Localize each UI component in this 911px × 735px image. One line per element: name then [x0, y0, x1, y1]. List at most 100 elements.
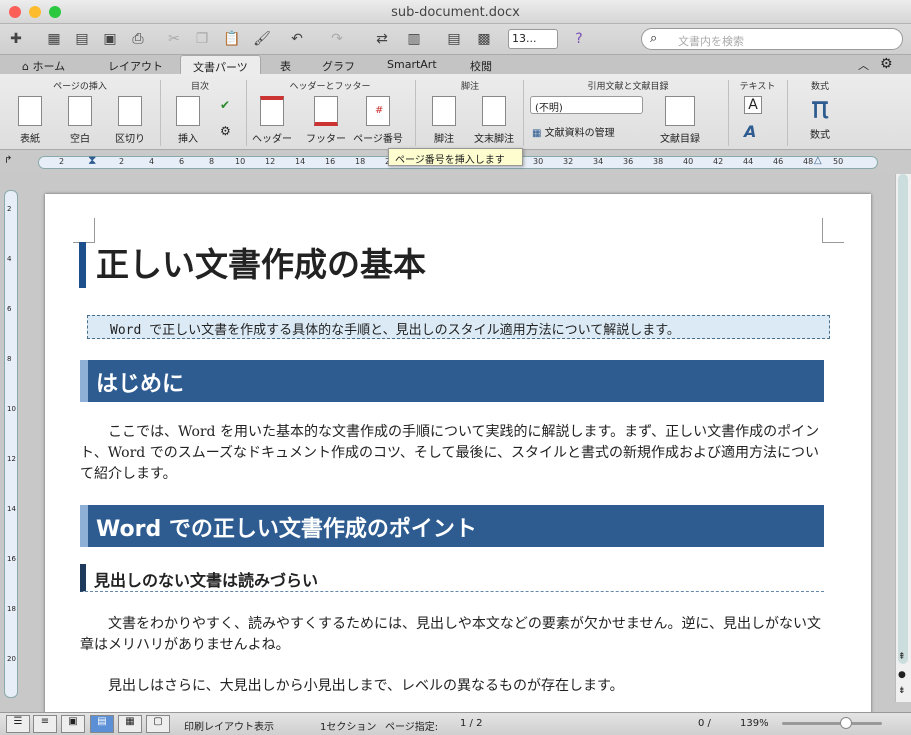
- header-button[interactable]: ヘッダー: [246, 96, 298, 145]
- manage-sources-button[interactable]: ▦ 文献資料の管理: [532, 124, 615, 139]
- tab-review[interactable]: 校閲: [458, 55, 504, 75]
- word-count: 0 /: [698, 718, 711, 729]
- print-layout-view-icon[interactable]: ▤: [90, 715, 114, 733]
- ruler-tick: 44: [743, 157, 754, 166]
- break-button[interactable]: 区切り: [104, 96, 156, 145]
- new-document-icon[interactable]: ✚: [4, 27, 28, 51]
- tab-home[interactable]: ⌂ ホーム: [10, 55, 77, 75]
- citation-style-select[interactable]: (不明): [530, 96, 643, 114]
- ruler-tick: 8: [7, 355, 12, 363]
- document-page[interactable]: 正しい文書作成の基本 Word で正しい文書を作成する具体的な手順と、見出しのス…: [45, 194, 871, 714]
- gear-icon[interactable]: ⚙: [880, 56, 893, 72]
- save-icon[interactable]: ▣: [98, 27, 122, 51]
- scroll-thumb[interactable]: [898, 174, 908, 664]
- indent-marker-icon[interactable]: ⧗: [88, 153, 96, 168]
- right-indent-marker-icon[interactable]: △: [814, 155, 822, 166]
- title-bar: sub-document.docx: [0, 0, 911, 24]
- cut-icon[interactable]: ✂: [162, 27, 186, 51]
- publishing-view-icon[interactable]: ▣: [61, 715, 85, 733]
- search-input[interactable]: ⌕ 文書内を検索: [641, 28, 903, 50]
- zoom-field[interactable]: 13...: [508, 29, 558, 49]
- ruler-tick: 12: [7, 455, 16, 463]
- ruler-tick: 18: [355, 157, 366, 166]
- divider: [415, 80, 416, 146]
- tab-document-elements[interactable]: 文書パーツ: [180, 55, 261, 75]
- tab-home-label: ホーム: [32, 60, 66, 73]
- wordart-icon[interactable]: A: [744, 122, 756, 141]
- text-box-icon[interactable]: A: [744, 96, 762, 114]
- vertical-scrollbar[interactable]: ⇞ ● ⇟: [895, 174, 911, 702]
- toc-icon: [176, 96, 200, 126]
- next-page-icon[interactable]: ⇟: [898, 686, 906, 696]
- heading-points: Word での正しい文書作成のポイント: [80, 505, 824, 547]
- button-label: 数式: [810, 130, 830, 141]
- standard-toolbar: ✚ ▦ ▤ ▣ ⎙ ✂ ❐ 📋 🖌 ↶ ↷ ⇄ ▥ ▤ ▩ 13... ? ⌕ …: [0, 24, 911, 54]
- section-count: 1セクション: [320, 722, 377, 733]
- divider: [523, 80, 524, 146]
- navigation-icon[interactable]: ⇄: [370, 27, 394, 51]
- collapse-ribbon-icon[interactable]: ︿: [858, 57, 869, 73]
- ruler-tick: 48: [803, 157, 814, 166]
- gallery-icon[interactable]: ▦: [42, 27, 66, 51]
- ruler-tick: 34: [593, 157, 604, 166]
- break-icon: [118, 96, 142, 126]
- cover-page-button[interactable]: 表紙: [4, 96, 56, 145]
- sidebar-icon[interactable]: ▥: [402, 27, 426, 51]
- margin-mark: [73, 218, 95, 243]
- button-label: 脚注: [434, 134, 454, 145]
- notebook-view-icon[interactable]: ▦: [118, 715, 142, 733]
- ruler-tick: 20: [7, 655, 16, 663]
- blank-page-icon: [68, 96, 92, 126]
- zoom-slider-knob[interactable]: [840, 717, 852, 729]
- ruler-tick: 10: [235, 157, 246, 166]
- tab-charts[interactable]: グラフ: [310, 55, 367, 75]
- ruler-tick: 4: [149, 157, 155, 166]
- blank-page-button[interactable]: 空白: [54, 96, 106, 145]
- toolbox-icon[interactable]: ▩: [472, 27, 496, 51]
- page-label: ページ指定:: [385, 722, 439, 733]
- print-icon[interactable]: ⎙: [126, 27, 150, 51]
- page-number-button[interactable]: # ページ番号: [350, 96, 406, 145]
- insert-toc-button[interactable]: 挿入: [162, 96, 214, 145]
- paste-icon[interactable]: 📋: [220, 27, 244, 51]
- footer-button[interactable]: フッター: [300, 96, 352, 145]
- sources-icon: ▦: [532, 128, 545, 139]
- equation-button[interactable]: π 数式: [792, 92, 848, 142]
- tab-tables[interactable]: 表: [268, 55, 303, 75]
- tab-smartart[interactable]: SmartArt: [375, 55, 449, 75]
- tooltip: ページ番号を挿入します: [388, 148, 523, 166]
- browse-object-icon[interactable]: ●: [898, 670, 906, 680]
- bibliography-button[interactable]: 文献目録: [650, 96, 710, 145]
- prev-page-icon[interactable]: ⇞: [898, 652, 906, 662]
- media-browser-icon[interactable]: ▤: [442, 27, 466, 51]
- header-icon: [260, 96, 284, 126]
- draft-view-icon[interactable]: ☰: [6, 715, 30, 733]
- ruler-tick: 40: [683, 157, 694, 166]
- toc-options-icon[interactable]: ⚙: [220, 124, 231, 138]
- help-icon[interactable]: ?: [567, 27, 591, 51]
- tab-layout[interactable]: レイアウト: [96, 55, 175, 75]
- undo-icon[interactable]: ↶: [285, 27, 309, 51]
- footnote-button[interactable]: 脚注: [418, 96, 470, 145]
- button-label: 文献目録: [660, 134, 700, 145]
- document-subtitle: Word で正しい文書を作成する具体的な手順と、見出しのスタイル適用方法について…: [87, 315, 830, 339]
- outline-view-icon[interactable]: ≡: [33, 715, 57, 733]
- ruler-tick: 16: [7, 555, 16, 563]
- redo-icon[interactable]: ↷: [325, 27, 349, 51]
- format-painter-icon[interactable]: 🖌: [250, 27, 274, 51]
- update-toc-icon[interactable]: ✔: [220, 98, 230, 112]
- page-count: 1 / 2: [460, 718, 483, 729]
- ruler-tick: 12: [265, 157, 276, 166]
- ruler-tick: 32: [563, 157, 574, 166]
- open-icon[interactable]: ▤: [70, 27, 94, 51]
- ruler-tick: 46: [773, 157, 784, 166]
- zoom-slider[interactable]: [782, 722, 882, 725]
- ruler-tick: 14: [295, 157, 306, 166]
- vertical-ruler[interactable]: 2 4 6 8 10 12 14 16 18 20: [4, 190, 18, 698]
- zoom-level: 139%: [740, 718, 769, 729]
- copy-icon[interactable]: ❐: [190, 27, 214, 51]
- focus-view-icon[interactable]: ▢: [146, 715, 170, 733]
- button-label: ページ番号: [353, 134, 403, 145]
- tab-selector-icon[interactable]: ↱: [4, 155, 12, 166]
- endnote-button[interactable]: 文末脚注: [468, 96, 520, 145]
